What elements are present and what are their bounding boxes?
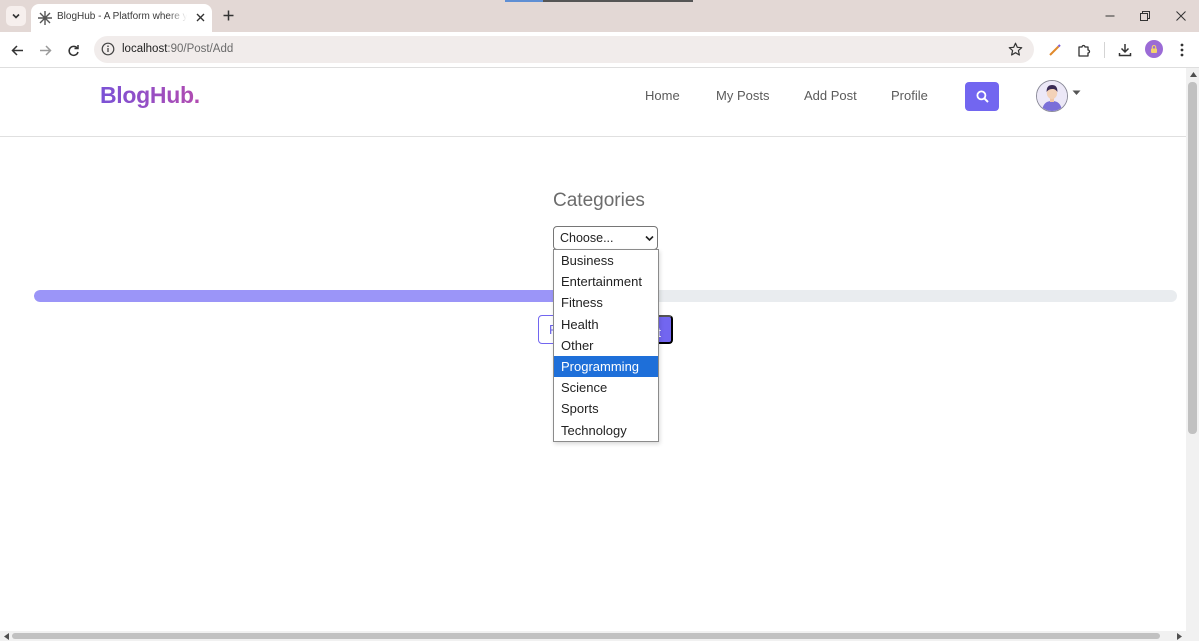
chevron-down-icon <box>645 235 654 242</box>
site-navbar: BlogHub. Home My Posts Add Post Profile <box>0 68 1186 137</box>
triangle-right-icon <box>1176 632 1182 640</box>
url-text[interactable]: localhost:90/Post/Add <box>122 43 233 55</box>
vertical-scrollbar[interactable] <box>1186 68 1199 631</box>
dropdown-option-business[interactable]: Business <box>554 250 658 271</box>
dropdown-option-health[interactable]: Health <box>554 314 658 335</box>
star-icon[interactable] <box>1008 42 1023 57</box>
extensions-button[interactable] <box>1074 40 1094 60</box>
browser-tab-strip: BlogHub - A Platform where you can share <box>0 0 1199 32</box>
download-icon <box>1118 44 1132 57</box>
progress-bar-fill <box>34 290 560 302</box>
browser-toolbar: localhost:90/Post/Add <box>0 32 1199 68</box>
horizontal-scrollbar-thumb[interactable] <box>12 633 1160 639</box>
toolbar-separator <box>1104 42 1105 58</box>
horizontal-scrollbar[interactable] <box>0 631 1199 641</box>
restore-icon <box>1140 11 1150 21</box>
scroll-up-arrow[interactable] <box>1189 70 1197 78</box>
url-path: :90/Post/Add <box>167 43 234 55</box>
address-bar[interactable]: localhost:90/Post/Add <box>94 36 1034 63</box>
info-icon[interactable] <box>101 42 115 56</box>
dropdown-option-other[interactable]: Other <box>554 335 658 356</box>
vertical-scrollbar-thumb[interactable] <box>1188 82 1197 434</box>
nav-link-my-posts[interactable]: My Posts <box>716 88 769 103</box>
dropdown-option-programming[interactable]: Programming <box>554 355 658 378</box>
browser-tab-active[interactable]: BlogHub - A Platform where you can share <box>31 4 212 32</box>
chevron-down-icon <box>12 13 20 19</box>
close-icon <box>196 13 204 21</box>
dropdown-option-entertainment[interactable]: Entertainment <box>554 271 658 292</box>
category-select-value: Choose... <box>560 231 614 245</box>
scroll-right-arrow[interactable] <box>1175 632 1183 640</box>
window-restore-button[interactable] <box>1135 6 1155 26</box>
extension-pen-button[interactable] <box>1045 40 1065 60</box>
nav-link-add-post[interactable]: Add Post <box>804 88 857 103</box>
close-icon <box>1176 11 1186 21</box>
category-select[interactable]: Choose... <box>553 226 658 250</box>
pen-icon <box>1049 44 1061 56</box>
new-tab-button[interactable] <box>219 6 237 24</box>
arrow-left-icon <box>10 44 23 56</box>
search-button[interactable] <box>965 82 999 111</box>
window-close-button[interactable] <box>1171 6 1191 26</box>
dropdown-option-technology[interactable]: Technology <box>554 420 658 441</box>
brand-logo[interactable]: BlogHub. <box>100 82 200 109</box>
triangle-left-icon <box>3 632 9 640</box>
triangle-up-icon <box>1189 71 1197 77</box>
downloads-button[interactable] <box>1115 40 1135 60</box>
nav-link-home[interactable]: Home <box>645 88 680 103</box>
dropdown-option-fitness[interactable]: Fitness <box>554 292 658 313</box>
nav-link-profile[interactable]: Profile <box>891 88 928 103</box>
puzzle-icon <box>1077 44 1090 57</box>
window-minimize-button[interactable] <box>1100 6 1120 26</box>
browser-menu-button[interactable] <box>1172 40 1192 60</box>
tab-drag-indicator <box>505 0 693 2</box>
caret-down-icon[interactable] <box>1072 90 1081 96</box>
user-avatar-icon <box>1037 81 1067 111</box>
scroll-left-arrow[interactable] <box>2 632 10 640</box>
tab-search-button[interactable] <box>6 6 26 26</box>
snowflake-icon <box>38 11 52 25</box>
search-icon <box>976 90 989 103</box>
back-button[interactable] <box>7 40 27 60</box>
arrow-right-icon <box>39 44 52 56</box>
profile-lock-icon <box>1151 45 1157 53</box>
url-host: localhost <box>122 43 168 55</box>
reload-button[interactable] <box>63 40 83 60</box>
browser-profile-avatar[interactable] <box>1145 40 1163 58</box>
kebab-menu-icon <box>1180 43 1184 57</box>
tab-title: BlogHub - A Platform where you can share <box>57 11 187 22</box>
minimize-icon <box>1105 15 1115 17</box>
dropdown-option-sports[interactable]: Sports <box>554 398 658 419</box>
category-dropdown-list: Business Entertainment Fitness Health Other P… <box>553 249 659 442</box>
page-viewport: BlogHub. Home My Posts Add Post Profile … <box>0 68 1186 631</box>
reload-icon <box>67 44 79 56</box>
forward-button[interactable] <box>35 40 55 60</box>
user-avatar[interactable] <box>1036 80 1068 112</box>
categories-heading: Categories <box>553 190 645 211</box>
plus-icon <box>223 10 233 20</box>
tab-close-button[interactable] <box>193 10 207 24</box>
dropdown-option-science[interactable]: Science <box>554 377 658 398</box>
